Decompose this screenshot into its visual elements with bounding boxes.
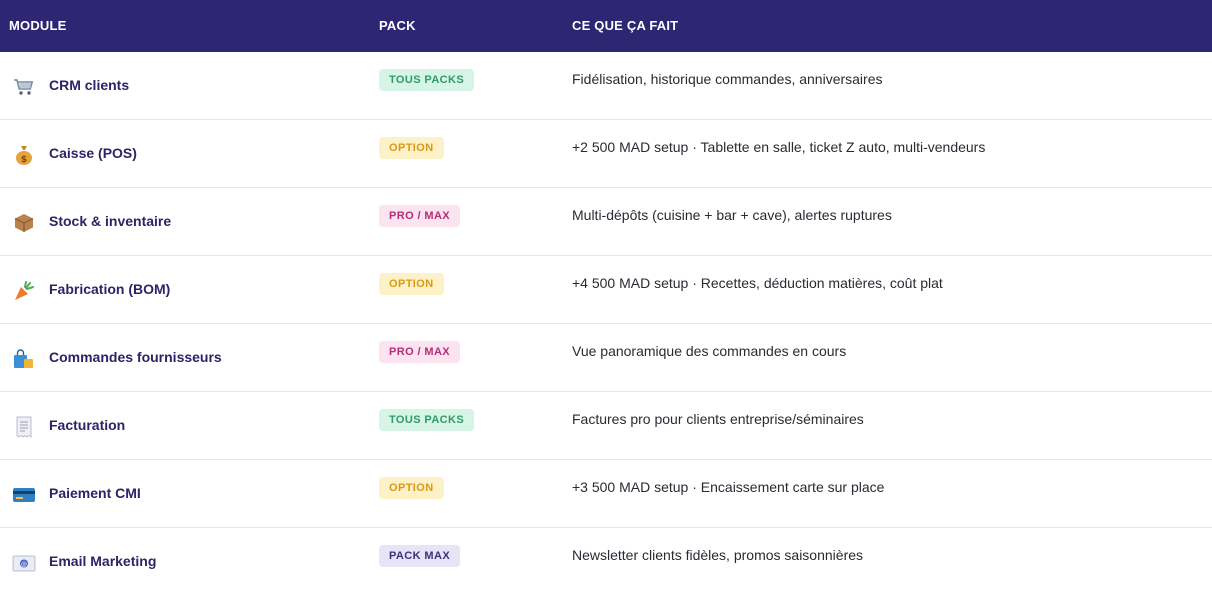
pack-badge: OPTION <box>379 273 444 295</box>
pack-badge: TOUS PACKS <box>379 409 475 431</box>
module-name: Facturation <box>49 417 126 433</box>
pack-badge: OPTION <box>379 477 444 499</box>
module-name: Fabrication (BOM) <box>49 281 171 297</box>
table-row: $ Caisse (POS) OPTION +2 500 MAD setup ·… <box>0 120 1212 188</box>
module-name: Stock & inventaire <box>49 213 172 229</box>
money-bag-icon: $ <box>12 143 36 167</box>
table-row: Stock & inventaire PRO / MAX Multi-dépôt… <box>0 188 1212 256</box>
module-name: Commandes fournisseurs <box>49 349 222 365</box>
module-description: +4 500 MAD setup · Recettes, déduction m… <box>572 275 943 291</box>
module-name: CRM clients <box>49 77 130 93</box>
pack-badge: PRO / MAX <box>379 341 461 363</box>
module-description: Multi-dépôts (cuisine + bar + cave), ale… <box>572 207 892 223</box>
module-description: Factures pro pour clients entreprise/sém… <box>572 411 864 427</box>
module-description: Vue panoramique des commandes en cours <box>572 343 847 359</box>
email-envelope-icon: @ <box>12 551 36 575</box>
table-row: Facturation TOUS PACKS Factures pro pour… <box>0 392 1212 460</box>
table-row: Paiement CMI OPTION +3 500 MAD setup · E… <box>0 460 1212 528</box>
modules-table: MODULE PACK CE QUE ÇA FAIT CRM clients T… <box>0 0 1212 589</box>
header-module: MODULE <box>9 18 67 33</box>
svg-text:@: @ <box>21 561 27 568</box>
receipt-icon <box>12 415 36 439</box>
module-description: +3 500 MAD setup · Encaissement carte su… <box>572 479 885 495</box>
carrot-icon <box>12 279 36 303</box>
pack-badge: OPTION <box>379 137 444 159</box>
module-name: Email Marketing <box>49 553 157 569</box>
svg-text:$: $ <box>21 155 27 165</box>
module-name: Paiement CMI <box>49 485 141 501</box>
module-description: +2 500 MAD setup · Tablette en salle, ti… <box>572 139 986 155</box>
pack-badge: TOUS PACKS <box>379 69 475 91</box>
table-row: CRM clients TOUS PACKS Fidélisation, his… <box>0 52 1212 120</box>
table-row: @ Email Marketing PACK MAX Newsletter cl… <box>0 528 1212 589</box>
shopping-cart-icon <box>12 75 36 99</box>
pack-badge: PACK MAX <box>379 545 461 567</box>
header-pack: PACK <box>379 18 416 33</box>
table-header: MODULE PACK CE QUE ÇA FAIT <box>0 0 1212 52</box>
module-description: Fidélisation, historique commandes, anni… <box>572 71 883 87</box>
package-box-icon <box>12 211 36 235</box>
table-row: Commandes fournisseurs PRO / MAX Vue pan… <box>0 324 1212 392</box>
credit-card-icon <box>12 483 36 507</box>
pack-badge: PRO / MAX <box>379 205 461 227</box>
table-row: Fabrication (BOM) OPTION +4 500 MAD setu… <box>0 256 1212 324</box>
shopping-bags-icon <box>12 347 36 371</box>
module-description: Newsletter clients fidèles, promos saiso… <box>572 547 864 563</box>
header-description: CE QUE ÇA FAIT <box>572 18 679 33</box>
module-name: Caisse (POS) <box>49 145 137 161</box>
